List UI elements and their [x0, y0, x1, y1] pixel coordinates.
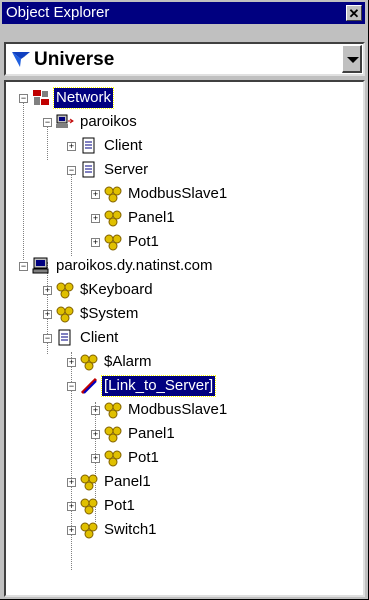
universe-combobox[interactable]: Universe — [4, 42, 365, 76]
tree-node-network[interactable]: − Network — [6, 87, 363, 110]
tree-node-modbusslave1[interactable]: + ModbusSlave1 — [6, 184, 363, 206]
tree-node-paroikos[interactable]: − paroikos — [6, 112, 363, 134]
document-icon — [82, 161, 95, 178]
expand-icon[interactable]: + — [91, 454, 100, 463]
link-icon — [80, 377, 98, 395]
expand-icon[interactable]: + — [91, 190, 100, 199]
gear-cluster-icon — [80, 522, 98, 539]
tree-node-client-2[interactable]: − Client — [6, 328, 363, 350]
gear-cluster-icon — [80, 354, 98, 371]
collapse-icon[interactable]: − — [67, 382, 76, 391]
gear-cluster-icon — [80, 474, 98, 491]
expand-icon[interactable]: + — [67, 502, 76, 511]
tree-node-host[interactable]: − paroikos.dy.natinst.com — [6, 256, 363, 278]
close-icon[interactable]: ✕ — [346, 5, 362, 21]
gear-cluster-icon — [104, 450, 122, 467]
document-icon — [58, 329, 71, 346]
tree-node-modbusslave1-2[interactable]: + ModbusSlave1 — [6, 400, 363, 422]
tree-node-label: Network — [52, 87, 115, 109]
tree-node-alarm[interactable]: + $Alarm — [6, 352, 363, 374]
expand-icon[interactable]: + — [91, 214, 100, 223]
collapse-icon[interactable]: − — [43, 334, 52, 343]
tree-node-panel1-2[interactable]: + Panel1 — [6, 424, 363, 446]
tree-node-panel1-3[interactable]: + Panel1 — [6, 472, 363, 494]
tree-node-label: paroikos — [80, 113, 137, 130]
tree-node-label: $Alarm — [104, 353, 152, 370]
tree-node-link-to-server[interactable]: − [Link_to_Server] — [6, 375, 363, 398]
tree-node-keyboard[interactable]: + $Keyboard — [6, 280, 363, 302]
gear-cluster-icon — [56, 282, 74, 299]
tree-node-label: ModbusSlave1 — [128, 401, 228, 418]
chevron-down-icon[interactable] — [342, 45, 362, 73]
gear-cluster-icon — [104, 186, 122, 203]
collapse-icon[interactable]: − — [67, 166, 76, 175]
collapse-icon[interactable]: − — [19, 262, 28, 271]
expand-icon[interactable]: + — [67, 478, 76, 487]
gear-cluster-icon — [104, 426, 122, 443]
tree-node-switch1[interactable]: + Switch1 — [6, 520, 363, 542]
tree-node-label: paroikos.dy.natinst.com — [56, 257, 213, 274]
tree-node-label: Panel1 — [104, 473, 151, 490]
expand-icon[interactable]: + — [91, 406, 100, 415]
tree-node-panel1[interactable]: + Panel1 — [6, 208, 363, 230]
universe-icon — [12, 52, 30, 67]
computer-link-icon — [56, 114, 74, 128]
tree-node-label: Pot1 — [128, 449, 159, 466]
expand-icon[interactable]: + — [91, 430, 100, 439]
tree-node-label: $System — [80, 305, 139, 322]
computer-icon — [32, 257, 49, 274]
tree-node-label: Server — [104, 161, 149, 178]
window-title: Object Explorer — [6, 4, 110, 21]
tree-node-label: Panel1 — [128, 209, 175, 226]
collapse-icon[interactable]: − — [19, 94, 28, 103]
tree-node-client[interactable]: + Client — [6, 136, 363, 158]
tree-node-label: [Link_to_Server] — [100, 375, 217, 397]
tree-node-label: Pot1 — [128, 233, 159, 250]
expand-icon[interactable]: + — [43, 286, 52, 295]
tree-node-label: $Keyboard — [80, 281, 153, 298]
title-bar[interactable]: Object Explorer ✕ — [2, 2, 365, 24]
object-tree[interactable]: − Network − paroikos + Client − Server +… — [4, 80, 365, 597]
tree-node-label: ModbusSlave1 — [128, 185, 228, 202]
expand-icon[interactable]: + — [67, 358, 76, 367]
tree-node-label: Client — [104, 137, 143, 154]
gear-cluster-icon — [104, 402, 122, 419]
collapse-icon[interactable]: − — [43, 118, 52, 127]
tree-node-pot1-3[interactable]: + Pot1 — [6, 496, 363, 518]
gear-cluster-icon — [80, 498, 98, 515]
tree-node-label: Pot1 — [104, 497, 135, 514]
tree-node-pot1[interactable]: + Pot1 — [6, 232, 363, 254]
document-icon — [82, 137, 95, 154]
tree-node-label: Switch1 — [104, 521, 157, 538]
tree-node-server[interactable]: − Server — [6, 160, 363, 182]
tree-node-pot1-2[interactable]: + Pot1 — [6, 448, 363, 470]
tree-node-label: Client — [80, 329, 119, 346]
tree-node-label: Panel1 — [128, 425, 175, 442]
tree-node-system[interactable]: + $System — [6, 304, 363, 326]
gear-cluster-icon — [104, 210, 122, 227]
gear-cluster-icon — [104, 234, 122, 251]
expand-icon[interactable]: + — [67, 142, 76, 151]
network-icon — [33, 90, 49, 105]
object-explorer-window: Object Explorer ✕ Universe − Network − p… — [0, 0, 369, 600]
expand-icon[interactable]: + — [43, 310, 52, 319]
combobox-selected-value: Universe — [34, 49, 115, 70]
expand-icon[interactable]: + — [67, 526, 76, 535]
gear-cluster-icon — [56, 306, 74, 323]
expand-icon[interactable]: + — [91, 238, 100, 247]
